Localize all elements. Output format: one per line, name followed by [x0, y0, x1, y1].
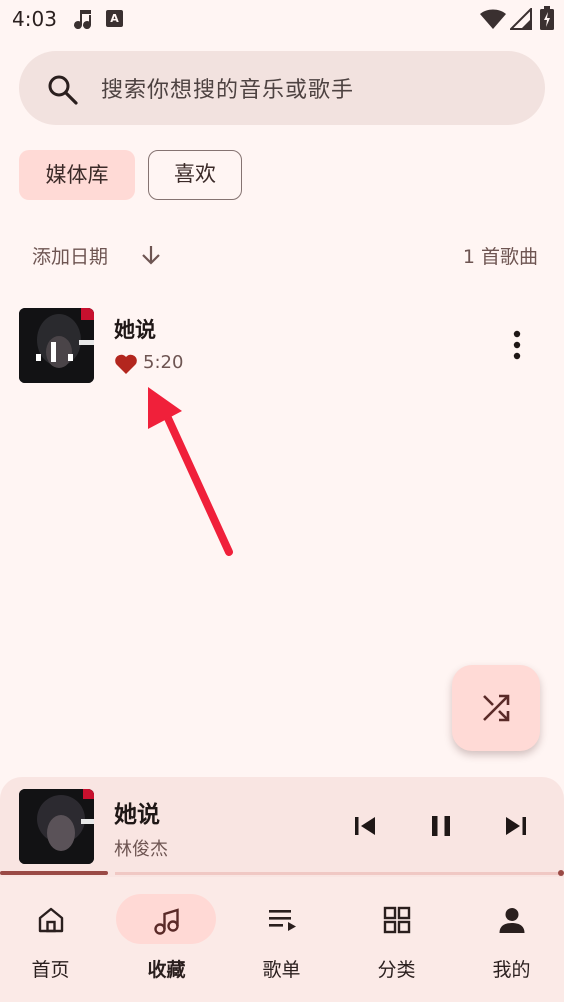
- heart-icon[interactable]: [114, 353, 138, 379]
- next-track-icon[interactable]: [503, 813, 529, 843]
- player-album-cover[interactable]: [19, 789, 94, 864]
- a-badge-icon: A: [106, 10, 123, 27]
- song-title: 她说: [114, 318, 156, 342]
- app-screen: 4:03 A 搜索你想搜的音乐或歌手 媒体库 喜欢 添加日期 1 首歌曲 她说 …: [0, 0, 564, 1002]
- status-bar: 4:03 A: [0, 0, 564, 38]
- home-icon: [37, 906, 65, 938]
- nav-label-profile: 我的: [492, 959, 531, 981]
- nav-item-categories[interactable]: 分类: [340, 877, 453, 1002]
- music-note-icon: [70, 7, 94, 35]
- progress-thumb[interactable]: [558, 870, 564, 876]
- previous-track-icon[interactable]: [352, 813, 378, 843]
- nav-item-playlists[interactable]: 歌单: [225, 877, 338, 1002]
- sort-label[interactable]: 添加日期: [32, 242, 108, 269]
- nav-label-categories: 分类: [377, 959, 416, 981]
- bottom-navigation: 首页 收藏 歌单 分类 我的: [0, 877, 564, 1002]
- album-cover: [19, 308, 94, 383]
- person-icon: [498, 906, 526, 938]
- grid-icon: [383, 906, 411, 938]
- nav-item-profile[interactable]: 我的: [455, 877, 564, 1002]
- arrow-down-icon[interactable]: [140, 243, 162, 271]
- chip-library[interactable]: 媒体库: [19, 150, 135, 200]
- more-options-icon[interactable]: [502, 330, 532, 360]
- search-icon[interactable]: [46, 73, 78, 109]
- nav-label-home: 首页: [31, 959, 70, 981]
- song-duration: 5:20: [143, 352, 184, 373]
- music-note-icon: [153, 906, 183, 940]
- nav-item-favorites[interactable]: 收藏: [110, 877, 223, 1002]
- search-input[interactable]: 搜索你想搜的音乐或歌手: [101, 72, 354, 104]
- shuffle-icon: [481, 693, 511, 727]
- progress-track[interactable]: [115, 872, 561, 875]
- pause-icon[interactable]: [428, 813, 454, 843]
- progress-fill: [0, 871, 108, 875]
- player-song-title: 她说: [114, 802, 160, 828]
- playlist-icon: [268, 906, 298, 938]
- status-time: 4:03: [12, 7, 57, 31]
- wifi-icon: [480, 8, 506, 34]
- song-count: 1 首歌曲: [462, 246, 538, 268]
- shuffle-button[interactable]: [452, 665, 540, 751]
- annotation-arrow-icon: [140, 385, 240, 564]
- signal-icon: [508, 6, 532, 34]
- chip-favorites[interactable]: 喜欢: [148, 150, 242, 200]
- player-artist: 林俊杰: [114, 839, 168, 860]
- nav-label-playlists: 歌单: [262, 959, 301, 981]
- mini-player[interactable]: 她说 林俊杰: [0, 777, 564, 877]
- nav-label-favorites: 收藏: [147, 959, 186, 981]
- song-list-item[interactable]: 她说 5:20: [0, 300, 564, 390]
- nav-item-home[interactable]: 首页: [0, 877, 107, 1002]
- battery-icon: [540, 6, 554, 34]
